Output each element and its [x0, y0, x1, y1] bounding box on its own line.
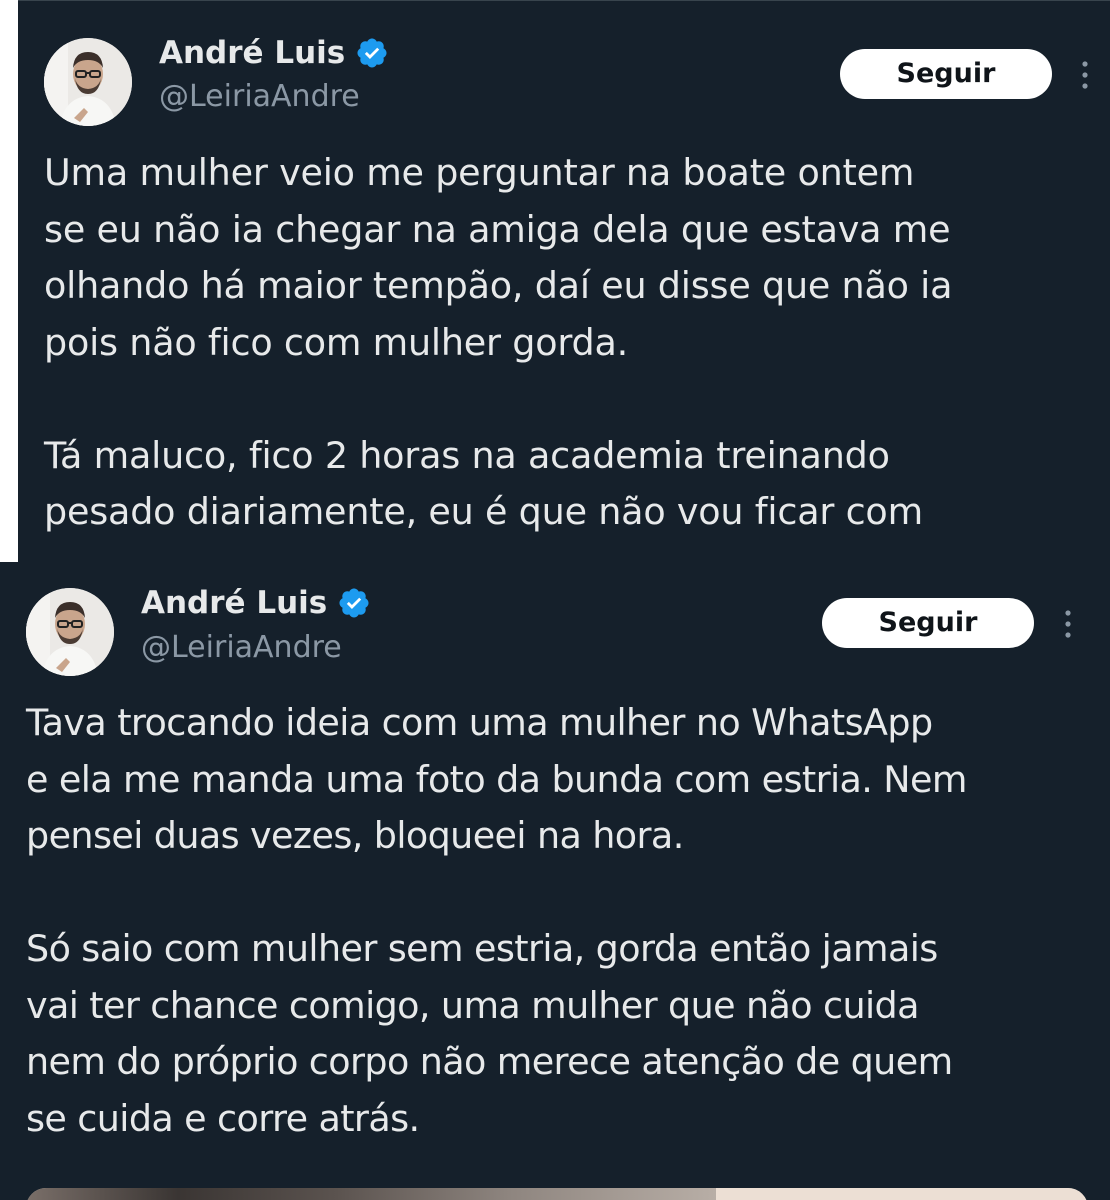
author-handle[interactable]: @LeiriaAndre [159, 79, 360, 114]
author-name-row: André Luis [141, 585, 371, 621]
media-image-left [26, 1188, 716, 1200]
tweet-card: André Luis @LeiriaAndre Seguir Tava troc… [0, 562, 1110, 1200]
author-name[interactable]: André Luis [159, 35, 345, 71]
more-options-icon[interactable] [1063, 604, 1073, 644]
verified-badge-icon [355, 36, 389, 70]
avatar[interactable] [44, 38, 132, 126]
follow-button[interactable]: Seguir [822, 598, 1034, 648]
media-image-right [716, 1188, 1088, 1200]
more-options-icon[interactable] [1080, 55, 1090, 95]
author-name[interactable]: André Luis [141, 585, 327, 621]
tweet-card: André Luis @LeiriaAndre Seguir Uma mulhe… [18, 0, 1110, 563]
tweet-media[interactable] [26, 1188, 1088, 1200]
avatar[interactable] [26, 588, 114, 676]
follow-button[interactable]: Seguir [840, 49, 1052, 99]
tweet-text: Tava trocando ideia com uma mulher no Wh… [26, 701, 967, 1140]
author-handle[interactable]: @LeiriaAndre [141, 630, 342, 665]
verified-badge-icon [337, 586, 371, 620]
author-name-row: André Luis [159, 35, 389, 71]
tweet-text: Uma mulher veio me perguntar na boate on… [44, 151, 953, 533]
